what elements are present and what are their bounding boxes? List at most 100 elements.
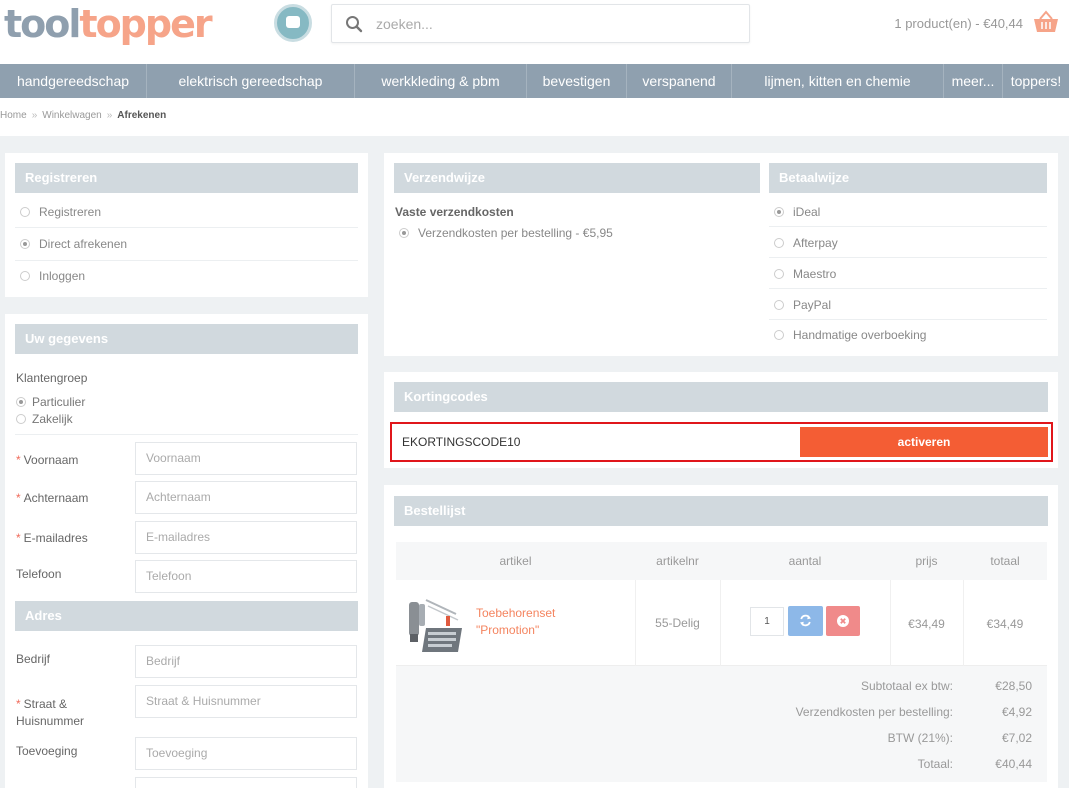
nav-item-verspanend[interactable]: verspanend (627, 64, 732, 98)
divider (15, 260, 358, 261)
product-link[interactable]: Toebehorenset "Promotion" (476, 605, 555, 639)
radio-label: Afterpay (793, 236, 838, 250)
vat-value: €7,02 (1001, 731, 1032, 745)
radio-inloggen[interactable]: Inloggen (20, 269, 85, 283)
vat-label: BTW (21%): (887, 731, 953, 745)
column-totaal: totaal (990, 554, 1020, 568)
radio-label: Handmatige overboeking (793, 328, 927, 342)
search-icon[interactable] (345, 15, 363, 33)
radio-icon[interactable] (774, 238, 784, 248)
site-header: tooltopper 1 product(en) - €40,44 (0, 0, 1069, 64)
divider (769, 288, 1047, 289)
shipping-cost-label: Verzendkosten per bestelling: (795, 705, 953, 719)
radio-icon[interactable] (20, 207, 30, 217)
radio-icon[interactable] (774, 269, 784, 279)
street-input[interactable]: Straat & Huisnummer (135, 685, 357, 718)
nav-item-handgereedschap[interactable]: handgereedschap (0, 64, 147, 98)
radio-registreren[interactable]: Registreren (20, 205, 101, 219)
activate-coupon-button[interactable]: activeren (800, 427, 1048, 457)
breadcrumb-cart[interactable]: Winkelwagen (42, 110, 101, 121)
logo-text-tool: tool (4, 2, 81, 46)
logo-text-topper: topper (79, 2, 212, 46)
nav-item-lijmen-kitten-chemie[interactable]: lijmen, kitten en chemie (732, 64, 944, 98)
payment-title: Betaalwijze (769, 163, 1047, 193)
radio-direct-afrekenen[interactable]: Direct afrekenen (20, 237, 127, 251)
order-totals: Subtotaal ex btw: €28,50 Verzendkosten p… (396, 666, 1047, 782)
nav-item-toppers[interactable]: toppers! (1003, 64, 1069, 98)
update-quantity-button[interactable] (788, 606, 823, 636)
addition-label: Toevoeging (16, 744, 78, 758)
coupon-title: Kortingcodes (394, 382, 1048, 412)
register-panel: Registreren Registreren Direct afrekenen… (5, 153, 368, 297)
table-row: Toebehorenset "Promotion" 55-Delig 1 €34,… (396, 580, 1047, 666)
radio-label: iDeal (793, 205, 821, 219)
address-title: Adres (15, 601, 358, 631)
lastname-input[interactable]: Achternaam (135, 481, 357, 514)
company-input[interactable]: Bedrijf (135, 645, 357, 678)
product-total: €34,49 (986, 617, 1024, 631)
details-panel: Uw gegevens Klantengroep Particulier Zak… (5, 314, 368, 788)
remove-item-button[interactable] (826, 606, 860, 636)
radio-icon[interactable] (16, 397, 26, 407)
radio-particulier[interactable]: Particulier (16, 395, 85, 409)
column-prijs: prijs (915, 554, 938, 568)
radio-afterpay[interactable]: Afterpay (774, 236, 838, 250)
radio-ideal[interactable]: iDeal (774, 205, 820, 219)
radio-zakelijk[interactable]: Zakelijk (16, 412, 73, 426)
divider (769, 257, 1047, 258)
customer-group-label: Klantengroep (16, 371, 88, 385)
radio-icon[interactable] (399, 228, 409, 238)
radio-label: Particulier (32, 395, 86, 409)
shipping-subtitle: Vaste verzendkosten (395, 205, 514, 219)
divider (15, 227, 358, 228)
addition-input[interactable]: Toevoeging (135, 737, 357, 770)
divider (720, 580, 721, 666)
search-input[interactable] (376, 5, 736, 42)
firstname-label: * Voornaam (16, 453, 79, 467)
grand-total-label: Totaal: (917, 757, 953, 771)
nav-item-werkkleding[interactable]: werkkleding & pbm (355, 64, 527, 98)
radio-icon[interactable] (20, 271, 30, 281)
radio-icon[interactable] (20, 239, 30, 249)
radio-shipping-option[interactable]: Verzendkosten per bestelling - €5,95 (399, 226, 613, 240)
breadcrumb-bar: Home » Winkelwagen » Afrekenen (0, 98, 1069, 136)
subtotal-value: €28,50 (995, 679, 1032, 693)
refresh-icon (800, 614, 811, 627)
divider (15, 434, 358, 435)
phone-input[interactable]: Telefoon (135, 560, 357, 593)
basket-icon[interactable] (1033, 10, 1059, 34)
shipping-payment-panel: Verzendwijze Vaste verzendkosten Verzend… (384, 153, 1058, 356)
coupon-code-input[interactable]: EKORTINGSCODE10 (396, 428, 798, 456)
breadcrumb-current: Afrekenen (117, 110, 167, 121)
subtotal-label: Subtotaal ex btw: (860, 679, 953, 693)
breadcrumb-home[interactable]: Home (0, 110, 27, 121)
email-input[interactable]: E-mailadres (135, 521, 357, 554)
coupon-form: EKORTINGSCODE10 activeren (390, 422, 1053, 462)
radio-icon[interactable] (774, 207, 784, 217)
radio-icon[interactable] (774, 300, 784, 310)
remove-icon (837, 615, 849, 627)
product-thumbnail[interactable] (406, 594, 464, 654)
trust-badge-icon[interactable] (274, 4, 312, 42)
radio-maestro[interactable]: Maestro (774, 267, 836, 281)
company-label: Bedrijf (16, 652, 51, 666)
tooltopper-logo[interactable]: tooltopper (4, 2, 213, 46)
radio-bank-transfer[interactable]: Handmatige overboeking (774, 328, 926, 342)
radio-icon[interactable] (16, 414, 26, 424)
search-box (331, 4, 750, 43)
firstname-input[interactable]: Voornaam (135, 442, 357, 475)
nav-item-bevestigen[interactable]: bevestigen (527, 64, 627, 98)
radio-label: Verzendkosten per bestelling - €5,95 (418, 226, 613, 240)
quantity-input[interactable]: 1 (750, 607, 784, 636)
nav-item-elektrisch-gereedschap[interactable]: elektrisch gereedschap (147, 64, 355, 98)
cart-summary[interactable]: 1 product(en) - €40,44 (894, 16, 1023, 31)
nav-item-meer[interactable]: meer... (944, 64, 1003, 98)
radio-paypal[interactable]: PayPal (774, 298, 831, 312)
next-input[interactable] (135, 777, 357, 788)
street-label: * Straat & Huisnummer (16, 697, 85, 728)
column-artikel: artikel (499, 554, 532, 568)
email-label: * E-mailadres (16, 531, 88, 545)
radio-icon[interactable] (774, 330, 784, 340)
order-table-header: artikel artikelnr aantal prijs totaal (396, 542, 1047, 580)
radio-label: PayPal (793, 298, 832, 312)
